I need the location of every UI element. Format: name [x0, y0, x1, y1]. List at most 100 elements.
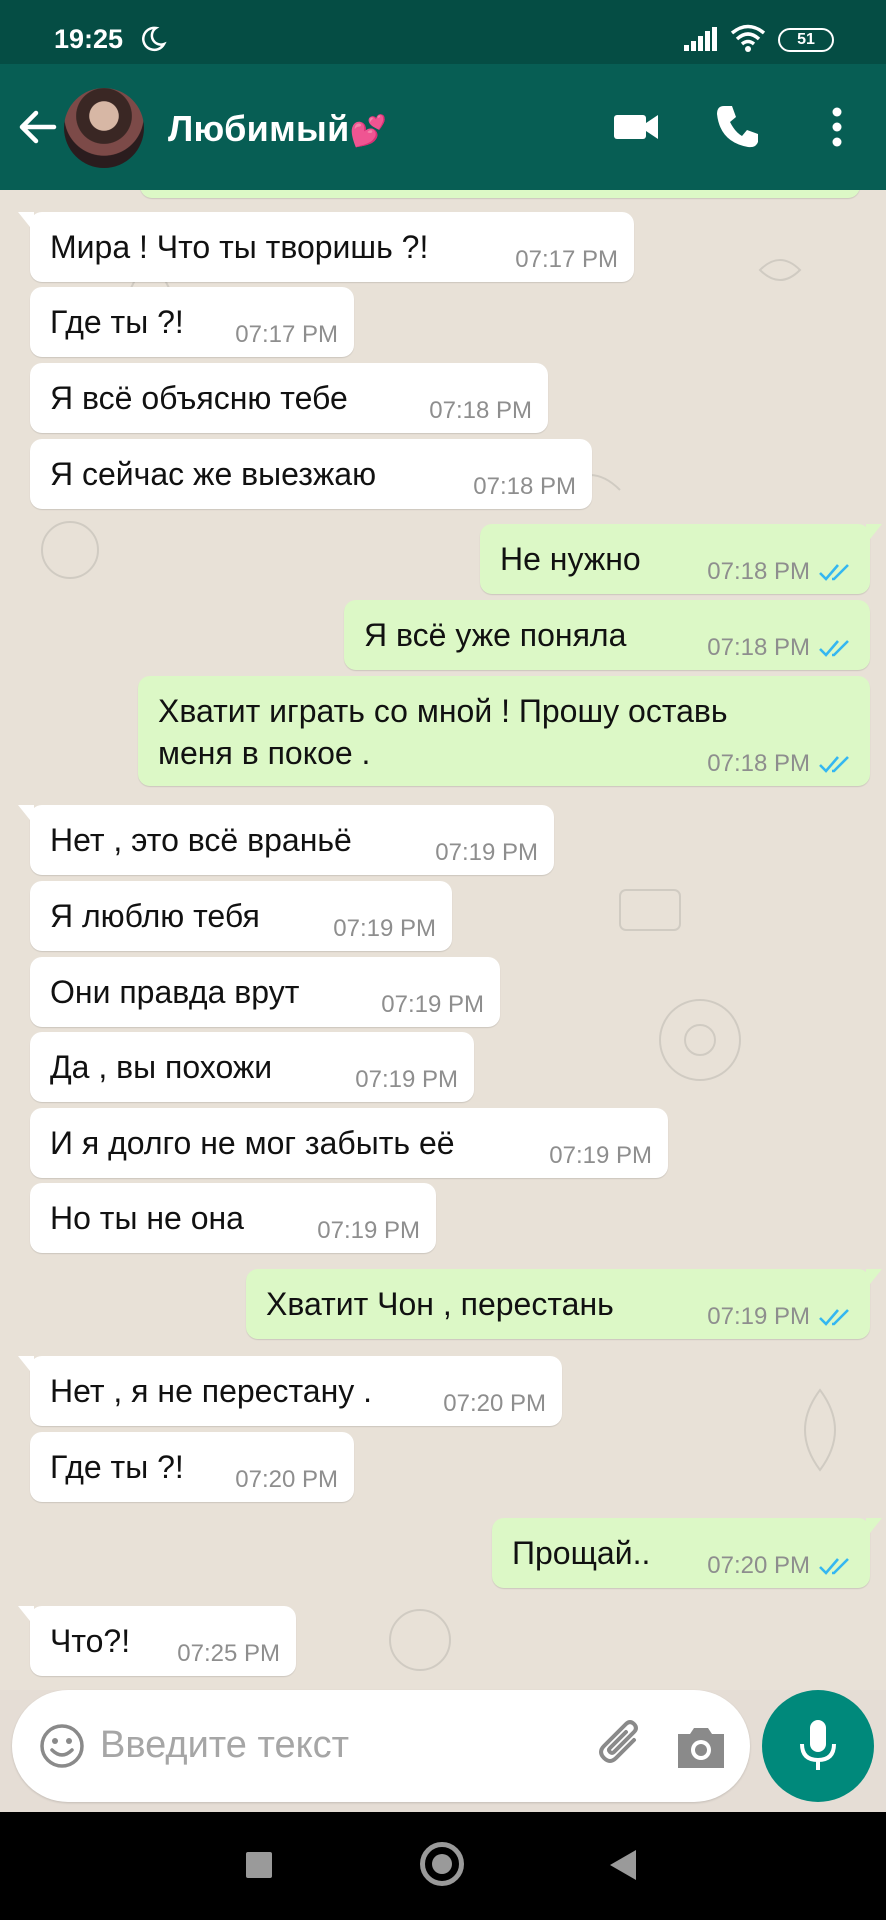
contact-avatar[interactable]	[64, 88, 144, 168]
message-meta: 07:20 PM	[443, 1390, 546, 1418]
message-time: 07:19 PM	[355, 1066, 458, 1093]
outgoing-message-bubble[interactable]: Прощай.. 07:20 PM	[492, 1518, 882, 1588]
message-time: 07:20 PM	[443, 1390, 546, 1417]
outgoing-message-bubble[interactable]: Я всё уже поняла 07:18 PM	[344, 600, 870, 670]
contact-name-emoji: 💕	[349, 115, 388, 148]
incoming-message-bubble[interactable]: Где ты ?! 07:20 PM	[30, 1432, 354, 1502]
message-time: 07:18 PM	[707, 558, 810, 585]
attach-icon[interactable]	[594, 1718, 650, 1774]
incoming-message-bubble[interactable]: Где ты ?! 07:17 PM	[30, 287, 354, 357]
read-receipt-ticks-icon	[819, 756, 849, 773]
bubble-tail	[866, 1269, 882, 1289]
incoming-message-bubble[interactable]: Но ты не она 07:19 PM	[30, 1183, 436, 1253]
message-text: Они правда врут	[50, 974, 300, 1010]
message-meta: 07:18 PM	[473, 473, 576, 501]
message-meta: 07:25 PM	[177, 1640, 280, 1668]
incoming-message-bubble[interactable]: Нет , я не перестану . 07:20 PM	[18, 1356, 562, 1426]
emoji-icon[interactable]	[38, 1722, 86, 1770]
message-time: 07:19 PM	[333, 915, 436, 942]
message-text: Где ты ?!	[50, 304, 184, 340]
incoming-message-bubble[interactable]: Я сейчас же выезжаю 07:18 PM	[30, 439, 592, 509]
message-text: Прощай..	[512, 1535, 651, 1571]
outgoing-message-bubble[interactable]: Не нужно 07:18 PM	[480, 524, 882, 594]
message-meta: 07:19 PM	[707, 1303, 854, 1331]
partial-message-bubble	[140, 190, 860, 198]
message-time: 07:19 PM	[381, 991, 484, 1018]
video-call-icon[interactable]	[612, 102, 662, 152]
message-time: 07:19 PM	[549, 1142, 652, 1169]
cell-signal-icon	[684, 27, 717, 51]
contact-name[interactable]: Любимый💕	[168, 108, 387, 150]
back-arrow-icon[interactable]	[16, 105, 60, 149]
message-input-bar: Введите текст	[12, 1690, 750, 1802]
message-input[interactable]: Введите текст	[100, 1724, 349, 1767]
chat-header: Любимый💕	[0, 64, 886, 190]
system-navigation-bar	[0, 1812, 886, 1920]
message-time: 07:17 PM	[235, 321, 338, 348]
message-time: 07:19 PM	[435, 839, 538, 866]
message-text: Да , вы похожи	[50, 1049, 273, 1085]
message-time: 07:20 PM	[235, 1466, 338, 1493]
read-receipt-ticks-icon	[819, 1309, 849, 1326]
bubble-tail	[866, 1518, 882, 1538]
read-receipt-ticks-icon	[819, 1558, 849, 1575]
do-not-disturb-moon-icon	[142, 26, 167, 52]
phone-icon[interactable]	[712, 102, 762, 152]
incoming-message-bubble[interactable]: Они правда врут 07:19 PM	[30, 957, 500, 1027]
message-time: 07:17 PM	[515, 246, 618, 273]
message-text: Но ты не она	[50, 1200, 244, 1236]
message-time: 07:19 PM	[707, 1303, 810, 1330]
wifi-icon	[730, 24, 766, 52]
message-time: 07:18 PM	[473, 473, 576, 500]
chat-messages-area[interactable]: Мира ! Что ты творишь ?! 07:17 PM Где ты ?…	[0, 190, 886, 1690]
read-receipt-ticks-icon	[819, 640, 849, 657]
incoming-message-bubble[interactable]: Я всё объясню тебе 07:18 PM	[30, 363, 548, 433]
message-time: 07:19 PM	[317, 1217, 420, 1244]
message-time: 07:18 PM	[707, 750, 810, 777]
message-meta: 07:19 PM	[355, 1066, 458, 1094]
recent-apps-icon[interactable]	[246, 1852, 272, 1878]
outgoing-message-bubble[interactable]: Хватит играть со мной ! Прошу оставь мен…	[138, 676, 870, 786]
incoming-message-bubble[interactable]: Что?! 07:25 PM	[18, 1606, 296, 1676]
more-vert-icon[interactable]	[812, 102, 862, 152]
bubble-tail	[18, 212, 34, 232]
home-icon[interactable]	[420, 1842, 464, 1886]
camera-icon[interactable]	[674, 1720, 728, 1774]
incoming-message-bubble[interactable]: Мира ! Что ты творишь ?! 07:17 PM	[18, 212, 634, 282]
message-meta: 07:20 PM	[707, 1552, 854, 1580]
message-text: Я люблю тебя	[50, 898, 260, 934]
message-meta: 07:18 PM	[707, 558, 854, 586]
incoming-message-bubble[interactable]: И я долго не мог забыть её 07:19 PM	[30, 1108, 668, 1178]
message-text: Я всё уже поняла	[364, 617, 627, 653]
bubble-tail	[18, 1606, 34, 1626]
message-text: Мира ! Что ты творишь ?!	[50, 229, 429, 265]
message-text: Хватит играть со мной ! Прошу оставь мен…	[158, 693, 728, 771]
battery-indicator: 51	[778, 28, 834, 52]
message-text: Где ты ?!	[50, 1449, 184, 1485]
bubble-tail	[866, 524, 882, 544]
bubble-tail	[18, 1356, 34, 1376]
message-text: Я сейчас же выезжаю	[50, 456, 377, 492]
mic-icon	[800, 1720, 836, 1770]
message-meta: 07:19 PM	[333, 915, 436, 943]
message-time: 07:18 PM	[707, 634, 810, 661]
message-meta: 07:17 PM	[235, 321, 338, 349]
message-meta: 07:19 PM	[435, 839, 538, 867]
read-receipt-ticks-icon	[819, 564, 849, 581]
system-back-icon[interactable]	[610, 1850, 636, 1880]
outgoing-message-bubble[interactable]: Хватит Чон , перестань 07:19 PM	[246, 1269, 882, 1339]
voice-record-button[interactable]	[762, 1690, 874, 1802]
message-meta: 07:19 PM	[317, 1217, 420, 1245]
incoming-message-bubble[interactable]: Я люблю тебя 07:19 PM	[30, 881, 452, 951]
message-time: 07:18 PM	[429, 397, 532, 424]
incoming-message-bubble[interactable]: Нет , это всё враньё 07:19 PM	[18, 805, 554, 875]
status-bar: 19:25 51	[0, 0, 886, 64]
incoming-message-bubble[interactable]: Да , вы похожи 07:19 PM	[30, 1032, 474, 1102]
message-meta: 07:19 PM	[549, 1142, 652, 1170]
bubble-tail	[18, 805, 34, 825]
message-text: Не нужно	[500, 541, 641, 577]
message-text: Хватит Чон , перестань	[266, 1286, 614, 1322]
message-meta: 07:18 PM	[707, 750, 854, 778]
message-text: Нет , я не перестану .	[50, 1373, 373, 1409]
message-text: Что?!	[50, 1623, 131, 1659]
